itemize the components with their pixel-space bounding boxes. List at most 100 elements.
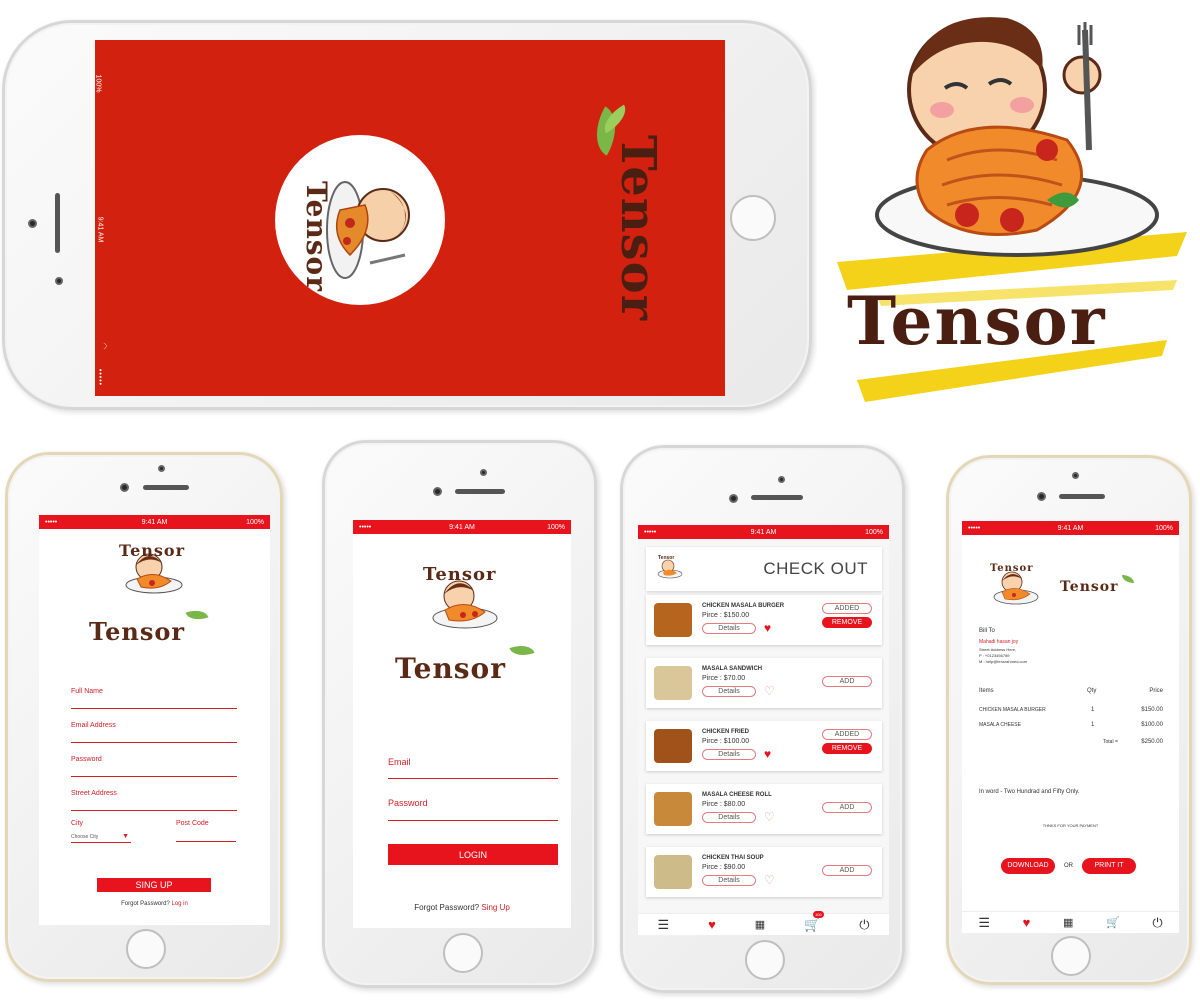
front-camera (729, 494, 738, 503)
add-button[interactable]: ADD (822, 802, 872, 813)
favorites-heart-icon[interactable]: ♥ (708, 917, 716, 932)
brand-wordmark: Tensor (1060, 579, 1119, 595)
status-bar: ••••• 9:41 AM 100% (353, 520, 571, 534)
leaf-icon (509, 640, 535, 661)
remove-button[interactable]: REMOVE (822, 617, 872, 628)
status-bar: ••••• 9:41 AM 100% (638, 525, 889, 539)
details-button[interactable]: Details (702, 623, 756, 634)
add-button[interactable]: ADD (822, 865, 872, 876)
cart-icon[interactable]: 🛒 (1106, 916, 1120, 929)
added-badge: ADDED (822, 729, 872, 740)
menu-icon[interactable]: ☰ (657, 917, 669, 933)
city-label: City (71, 820, 84, 827)
details-button[interactable]: Details (702, 875, 756, 886)
food-thumbnail (654, 603, 692, 637)
login-link[interactable]: Log in (172, 901, 188, 907)
sensor (55, 277, 63, 285)
power-icon[interactable]: ⏻ (859, 917, 869, 933)
post-code-label: Post Code (176, 820, 209, 827)
checkout-screen: ••••• 9:41 AM 100% Tensor CHECK OUT CHIC… (638, 525, 889, 935)
print-button[interactable]: PRINT IT (1082, 858, 1136, 874)
item-name: MASALA CHEESE ROLL (702, 792, 772, 798)
home-button[interactable] (126, 929, 166, 969)
time-label: 9:41 AM (449, 523, 475, 531)
details-button[interactable]: Details (702, 812, 756, 823)
checkout-item-card: CHICKEN MASALA BURGER Pirce : $150.00 Deta… (646, 595, 882, 645)
home-button[interactable] (745, 940, 785, 980)
forgot-password-link[interactable]: Forgot Password? (414, 903, 479, 912)
row-price: $100.00 (1141, 722, 1163, 728)
favorites-heart-icon[interactable]: ♥ (1023, 915, 1031, 930)
signup-button[interactable]: SING UP (97, 878, 211, 892)
bill-to-label: Bill To (979, 628, 995, 634)
heart-icon[interactable]: ♥ (764, 748, 771, 760)
login-screen: ••••• 9:41 AM 100% Tensor Tensor Email P… (353, 520, 571, 928)
sensor (158, 465, 165, 472)
heart-icon[interactable]: ♥ (764, 622, 771, 634)
splash-screen: 100% 9:41 AM ◠ ••••• Tensor Tensor (95, 40, 725, 396)
row-price: $150.00 (1141, 707, 1163, 713)
item-name: CHICKEN MASALA BURGER (702, 603, 785, 609)
forgot-password-row: Forgot Password? Log in (39, 901, 270, 907)
speaker (1059, 494, 1105, 499)
splash-logo-circle: Tensor (275, 135, 445, 305)
row-item: CHICKEN MASALA BURGER (979, 707, 1046, 713)
brand-logo-panel: Tensor (817, 0, 1200, 418)
email-input[interactable] (388, 778, 558, 779)
home-button[interactable] (730, 195, 776, 241)
heart-icon[interactable]: ♡ (764, 811, 775, 823)
cart-icon[interactable]: 🛒 100 (804, 910, 824, 933)
city-select-value: Choose City (71, 834, 99, 840)
home-button[interactable] (443, 933, 483, 973)
item-price: Pirce : $100.00 (702, 738, 750, 745)
total-value: $250.00 (1141, 739, 1163, 745)
login-button[interactable]: LOGIN (388, 844, 558, 865)
home-button[interactable] (1051, 936, 1091, 976)
checkout-item-card: CHICKEN THAI SOUP Pirce : $90.00 Details ♡ A… (646, 847, 882, 897)
status-bar: ••••• 9:41 AM 100% (39, 515, 270, 529)
remove-button[interactable]: REMOVE (822, 743, 872, 754)
grid-icon[interactable]: ▦ (755, 918, 765, 931)
full-name-input[interactable] (71, 708, 237, 709)
header-logo-word: Tensor (658, 555, 675, 561)
heart-icon[interactable]: ♡ (764, 685, 775, 697)
bottom-tab-bar: ☰ ♥ ▦ 🛒 100 ⏻ (638, 910, 889, 935)
forgot-password-link[interactable]: Forgot Password? (121, 901, 170, 907)
email-input[interactable] (71, 742, 237, 743)
street-input[interactable] (71, 810, 237, 811)
circle-wordmark: Tensor (300, 181, 333, 292)
city-select[interactable]: Choose City ▼ (71, 833, 131, 843)
menu-icon[interactable]: ☰ (978, 915, 990, 931)
carrier-dots: ••••• (359, 523, 372, 531)
password-label: Password (71, 756, 102, 763)
checkout-header: Tensor CHECK OUT (646, 547, 882, 591)
password-input[interactable] (71, 776, 237, 777)
or-label: OR (1064, 863, 1073, 869)
amount-in-words: In word - Two Hundrad and Fifty Only. (979, 789, 1080, 795)
splash-phone: 100% 9:41 AM ◠ ••••• Tensor Tensor (2, 20, 812, 410)
add-button[interactable]: ADD (822, 676, 872, 687)
post-code-input[interactable] (176, 841, 236, 842)
time-label: 9:41 AM (141, 518, 168, 526)
sensor (480, 469, 487, 476)
password-input[interactable] (388, 820, 558, 821)
download-button[interactable]: DOWNLOAD (1001, 858, 1055, 874)
item-name: CHICKEN THAI SOUP (702, 855, 764, 861)
details-button[interactable]: Details (702, 749, 756, 760)
checkout-item-card: MASALA SANDWICH Pirce : $70.00 Details ♡ ADD (646, 658, 882, 708)
heart-icon[interactable]: ♡ (764, 874, 775, 886)
leaf-icon (1122, 575, 1134, 583)
grid-icon[interactable]: ▦ (1063, 916, 1073, 929)
power-icon[interactable]: ⏻ (1152, 915, 1162, 931)
item-price: Pirce : $80.00 (702, 801, 746, 808)
signup-phone: ••••• 9:41 AM 100% Tensor Tensor Full Na… (5, 452, 283, 982)
small-logo-wordmark: Tensor (423, 564, 497, 585)
details-button[interactable]: Details (702, 686, 756, 697)
signup-screen: ••••• 9:41 AM 100% Tensor Tensor Full Na… (39, 515, 270, 925)
battery-label: 100% (95, 74, 102, 93)
row-qty: 1 (1091, 707, 1095, 713)
front-camera (433, 487, 442, 496)
thanks-note: THNKS FOR YOUR PAYMENT (1042, 823, 1099, 828)
signup-link[interactable]: Sing Up (481, 903, 509, 912)
customer-mail: M : help@ferozahmed.com (979, 659, 1028, 664)
